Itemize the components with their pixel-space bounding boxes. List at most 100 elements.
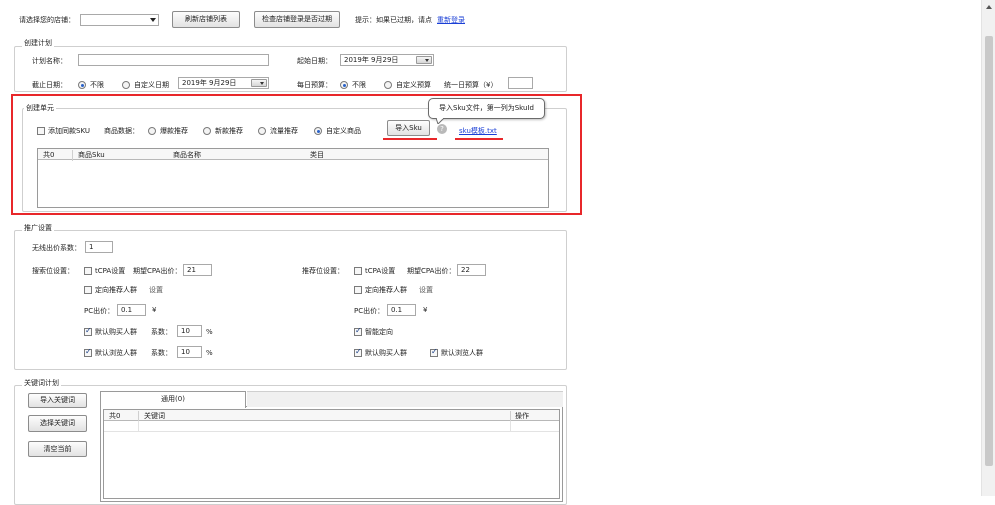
budget-custom-radio[interactable]: [384, 81, 392, 89]
traffic-radio[interactable]: [258, 127, 266, 135]
product-data-label: 商品数据：: [104, 127, 139, 135]
recommend-default-buy-label: 默认购买人群: [365, 349, 407, 357]
vertical-scrollbar[interactable]: [981, 0, 995, 496]
search-tcpa-label: tCPA设置: [95, 267, 126, 275]
wireless-coef-input[interactable]: 1: [85, 241, 113, 253]
custom-product-radio[interactable]: [314, 127, 322, 135]
recommend-pc-input[interactable]: 0.1: [387, 304, 416, 316]
column-divider: [72, 150, 73, 161]
search-tcpa-checkbox[interactable]: [84, 267, 92, 275]
end-custom-label: 自定义日期: [134, 81, 169, 89]
recommend-directed-checkbox[interactable]: [354, 286, 362, 294]
search-cpa-input[interactable]: 21: [183, 264, 212, 276]
hint-text: 提示：如果已过期，请点: [355, 16, 432, 24]
recommend-cpa-input[interactable]: 22: [457, 264, 486, 276]
start-date-label: 起始日期：: [297, 57, 332, 65]
custom-product-label: 自定义商品: [326, 127, 361, 135]
recommend-directed-settings-link[interactable]: 设置: [419, 285, 433, 295]
recommend-tcpa-checkbox[interactable]: [354, 267, 362, 275]
plan-section-title: 创建计划: [22, 38, 54, 48]
search-default-buy-label: 默认购买人群: [95, 328, 137, 336]
recommend-default-browse-checkbox[interactable]: [430, 347, 438, 357]
search-pc-currency: ¥: [152, 306, 157, 314]
search-buy-coef-pct: %: [206, 328, 213, 336]
sku-grid-header: 共0 商品Sku 商品名称 类目: [38, 149, 548, 161]
relogin-link[interactable]: 重新登录: [437, 15, 465, 25]
check-login-expiry-button[interactable]: 检查店铺登录是否过期: [254, 11, 340, 28]
import-sku-button[interactable]: 导入Sku: [387, 120, 430, 136]
scrollbar-thumb[interactable]: [985, 36, 993, 466]
budget-unlimited-label: 不限: [352, 81, 366, 89]
scroll-up-icon[interactable]: [986, 5, 992, 9]
import-sku-underline: [383, 138, 437, 140]
search-cpa-label: 期望CPA出价：: [133, 267, 182, 275]
search-settings-label: 搜索位设置：: [32, 267, 74, 275]
keyword-grid[interactable]: 共0 关键词 操作: [103, 409, 560, 499]
add-sync-sku-label: 添加同款SKU: [48, 127, 90, 135]
calendar-dropdown-icon[interactable]: [251, 79, 267, 87]
hot-radio[interactable]: [148, 127, 156, 135]
keyword-grid-header: 共0 关键词 操作: [104, 410, 559, 422]
recommend-pc-currency: ¥: [423, 306, 428, 314]
table-row[interactable]: [104, 421, 559, 432]
budget-label: 每日预算：: [297, 81, 332, 89]
new-radio[interactable]: [203, 127, 211, 135]
calendar-dropdown-icon[interactable]: [416, 56, 432, 64]
search-buy-coef-input[interactable]: 10: [177, 325, 202, 337]
plan-name-input[interactable]: [78, 54, 269, 66]
select-keywords-button[interactable]: 选择关键词: [28, 415, 87, 432]
wireless-coef-label: 无线出价系数：: [32, 244, 81, 252]
chevron-down-icon: [150, 18, 156, 22]
end-date-value: 2019年 9月29日: [182, 79, 237, 87]
tab-general[interactable]: 通用(0): [100, 391, 246, 408]
start-date-picker[interactable]: 2019年 9月29日: [340, 54, 434, 66]
unified-budget-input[interactable]: [508, 77, 533, 89]
sku-grid-col-category: 类目: [310, 151, 324, 159]
search-default-buy-checkbox[interactable]: [84, 326, 92, 336]
end-custom-radio[interactable]: [122, 81, 130, 89]
store-select[interactable]: [80, 14, 159, 26]
import-keywords-button[interactable]: 导入关键词: [28, 393, 87, 408]
add-sync-sku-checkbox[interactable]: [37, 127, 45, 135]
search-pc-input[interactable]: 0.1: [117, 304, 146, 316]
traffic-label: 流量推荐: [270, 127, 298, 135]
unified-budget-label: 统一日预算（¥）: [444, 81, 498, 89]
end-unlimited-radio[interactable]: [78, 81, 86, 89]
start-date-value: 2019年 9月29日: [344, 56, 399, 64]
column-divider: [138, 421, 139, 432]
plan-name-label: 计划名称：: [32, 57, 67, 65]
hot-label: 爆款推荐: [160, 127, 188, 135]
store-label: 请选择您的店铺：: [19, 16, 75, 24]
help-icon[interactable]: ?: [437, 124, 447, 134]
search-buy-coef-label: 系数：: [151, 328, 172, 336]
keyword-grid-col-count: 共0: [109, 412, 121, 420]
recommend-settings-label: 推荐位设置：: [302, 267, 344, 275]
sku-grid[interactable]: 共0 商品Sku 商品名称 类目: [37, 148, 549, 208]
search-browse-coef-label: 系数：: [151, 349, 172, 357]
new-label: 新款推荐: [215, 127, 243, 135]
recommend-default-buy-checkbox[interactable]: [354, 347, 362, 357]
search-browse-coef-input[interactable]: 10: [177, 346, 202, 358]
template-link-underline: [455, 138, 503, 140]
smart-targeting-checkbox[interactable]: [354, 326, 362, 336]
refresh-store-list-button[interactable]: 刷新店铺列表: [172, 11, 240, 28]
clear-current-button[interactable]: 清空当前: [28, 441, 87, 457]
end-date-picker[interactable]: 2019年 9月29日: [178, 77, 269, 89]
search-directed-checkbox[interactable]: [84, 286, 92, 294]
budget-unlimited-radio[interactable]: [340, 81, 348, 89]
tooltip-pointer: [436, 118, 444, 124]
budget-custom-label: 自定义预算: [396, 81, 431, 89]
keyword-grid-col-action: 操作: [515, 412, 529, 420]
recommend-default-browse-label: 默认浏览人群: [441, 349, 483, 357]
sku-grid-col-count: 共0: [43, 151, 55, 159]
search-default-browse-checkbox[interactable]: [84, 347, 92, 357]
keyword-grid-col-keyword: 关键词: [144, 412, 165, 420]
sku-template-link[interactable]: sku模板.txt: [459, 126, 497, 136]
search-directed-settings-link[interactable]: 设置: [149, 285, 163, 295]
end-date-label: 截止日期：: [32, 81, 67, 89]
recommend-cpa-label: 期望CPA出价：: [407, 267, 456, 275]
recommend-tcpa-label: tCPA设置: [365, 267, 396, 275]
promo-section-title: 推广设置: [22, 223, 54, 233]
search-directed-label: 定向推荐人群: [95, 286, 137, 294]
sku-grid-col-name: 商品名称: [173, 151, 201, 159]
